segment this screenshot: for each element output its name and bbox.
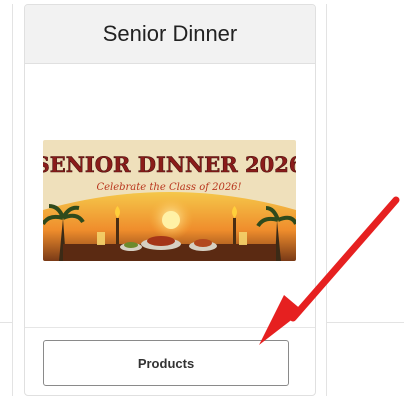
left-neighbor-card-edge (12, 4, 13, 396)
event-banner-image[interactable]: SENIOR DINNER 2026 Celebrate the Class o… (43, 140, 296, 261)
banner-headline: SENIOR DINNER 2026 (43, 152, 296, 177)
event-card-senior-dinner[interactable]: Senior Dinner SENIOR DINNER 2026 Celebra… (24, 4, 316, 396)
banner-tagline: Celebrate the Class of 2026! (96, 182, 241, 193)
card-footer: Products (25, 327, 315, 395)
right-neighbor-divider (326, 322, 404, 323)
card-header: Senior Dinner (25, 5, 315, 64)
products-button[interactable]: Products (43, 340, 289, 386)
left-neighbor-divider (0, 322, 13, 323)
right-neighbor-card-edge (326, 4, 327, 396)
card-title: Senior Dinner (102, 21, 238, 46)
